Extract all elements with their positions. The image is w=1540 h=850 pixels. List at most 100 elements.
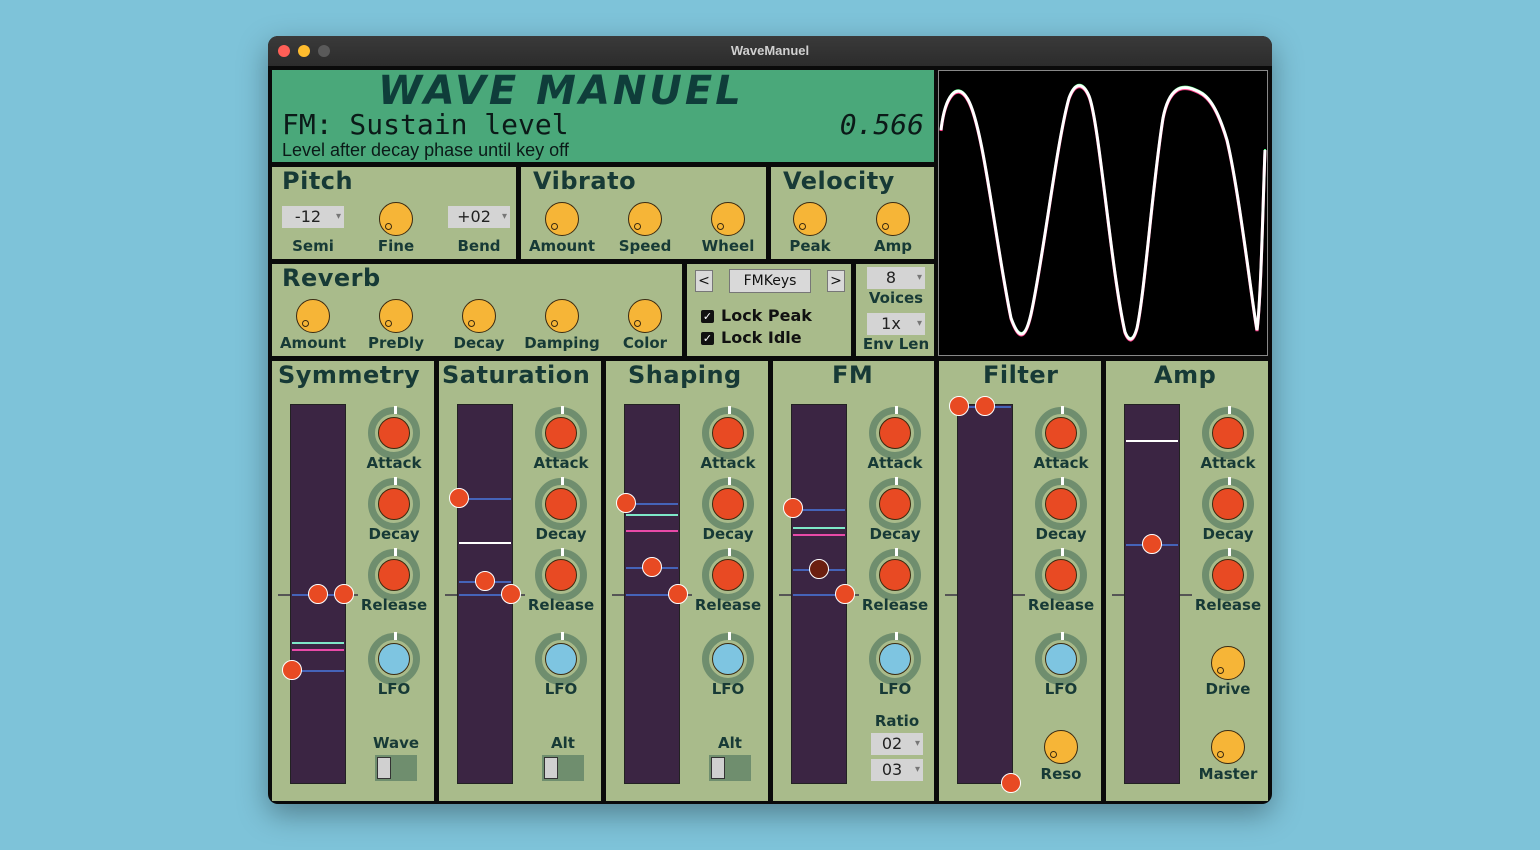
shaping-attack-knob[interactable]	[702, 406, 754, 459]
filter-track[interactable]	[957, 404, 1013, 784]
saturation-release-knob[interactable]	[535, 548, 587, 601]
amp-track[interactable]	[1124, 404, 1180, 784]
preset-next-button[interactable]: >	[827, 270, 845, 292]
saturation-title: Saturation	[442, 361, 591, 389]
saturation-lfo-knob[interactable]	[535, 632, 587, 685]
vibrato-wheel-knob[interactable]	[711, 202, 745, 236]
amp-attack-knob[interactable]	[1202, 406, 1254, 459]
reverb-panel: Reverb Amount PreDly Decay Damping Color	[272, 264, 682, 356]
saturation-handle-release[interactable]	[501, 584, 521, 604]
symmetry-title: Symmetry	[278, 361, 421, 389]
fine-knob[interactable]	[379, 202, 413, 236]
fm-attack-label: Attack	[867, 454, 923, 472]
velocity-amp-knob[interactable]	[876, 202, 910, 236]
amp-drive-knob[interactable]	[1211, 646, 1245, 680]
shaping-handle-lfo[interactable]	[616, 493, 636, 513]
lock-idle-checkbox[interactable]: ✓	[701, 332, 714, 345]
filter-lfo-knob[interactable]	[1035, 632, 1087, 685]
fm-decay-knob[interactable]	[869, 477, 921, 530]
lock-peak-label: Lock Peak	[721, 306, 812, 325]
vibrato-wheel-label: Wheel	[701, 237, 755, 255]
fm-ratio2-dropdown[interactable]: 03	[871, 759, 923, 781]
symmetry-lfo-knob[interactable]	[368, 632, 420, 685]
fm-ratio1-dropdown[interactable]: 02	[871, 733, 923, 755]
saturation-attack-label: Attack	[533, 454, 589, 472]
reverb-color-knob[interactable]	[628, 299, 662, 333]
symmetry-wave-toggle[interactable]	[375, 755, 417, 781]
env-len-dropdown[interactable]: 1x	[867, 313, 925, 335]
fm-lfo-knob[interactable]	[869, 632, 921, 685]
fm-attack-knob[interactable]	[869, 406, 921, 459]
shaping-handle-attack[interactable]	[642, 557, 662, 577]
window-title: WaveManuel	[730, 43, 810, 58]
velocity-title: Velocity	[783, 167, 895, 195]
preset-name-button[interactable]: FMKeys	[729, 269, 811, 293]
lock-peak-checkbox[interactable]: ✓	[701, 310, 714, 323]
reverb-amount-knob[interactable]	[296, 299, 330, 333]
amp-panel: Amp Attack Decay Release Drive Master	[1106, 361, 1268, 801]
symmetry-attack-knob[interactable]	[368, 406, 420, 459]
vibrato-speed-knob[interactable]	[628, 202, 662, 236]
reverb-predly-knob[interactable]	[379, 299, 413, 333]
filter-title: Filter	[983, 361, 1059, 389]
amp-handle-lfo[interactable]	[1142, 534, 1162, 554]
fm-handle-release[interactable]	[835, 584, 855, 604]
amp-master-knob[interactable]	[1211, 730, 1245, 764]
symmetry-release-label: Release	[360, 596, 428, 614]
fm-release-knob[interactable]	[869, 548, 921, 601]
amp-decay-knob[interactable]	[1202, 477, 1254, 530]
vibrato-amount-knob[interactable]	[545, 202, 579, 236]
filter-handle-attack[interactable]	[975, 396, 995, 416]
filter-handle-release[interactable]	[1001, 773, 1021, 793]
voices-label: Voices	[868, 289, 924, 307]
fm-decay-label: Decay	[869, 525, 921, 543]
shaping-lfo-knob[interactable]	[702, 632, 754, 685]
voices-panel: 8 Voices 1x Env Len	[856, 264, 934, 356]
semi-dropdown[interactable]: -12	[282, 206, 344, 228]
amp-master-label: Master	[1198, 765, 1258, 783]
symmetry-handle-release[interactable]	[334, 584, 354, 604]
symmetry-handle-attack[interactable]	[308, 584, 328, 604]
filter-release-knob[interactable]	[1035, 548, 1087, 601]
shaping-attack-label: Attack	[700, 454, 756, 472]
filter-lfo-label: LFO	[1044, 680, 1078, 698]
waveform-trace	[939, 83, 1267, 342]
title-bar: WaveManuel	[268, 36, 1272, 66]
amp-release-knob[interactable]	[1202, 548, 1254, 601]
velocity-amp-label: Amp	[874, 237, 912, 255]
vibrato-amount-label: Amount	[528, 237, 596, 255]
saturation-decay-knob[interactable]	[535, 477, 587, 530]
fm-handle-attack[interactable]	[809, 559, 829, 579]
shaping-release-knob[interactable]	[702, 548, 754, 601]
saturation-handle-attack[interactable]	[475, 571, 495, 591]
saturation-alt-toggle[interactable]	[542, 755, 584, 781]
fm-release-label: Release	[861, 596, 929, 614]
preset-prev-button[interactable]: <	[695, 270, 713, 292]
symmetry-release-knob[interactable]	[368, 548, 420, 601]
symmetry-decay-knob[interactable]	[368, 477, 420, 530]
filter-release-label: Release	[1027, 596, 1095, 614]
voices-dropdown[interactable]: 8	[867, 267, 925, 289]
shaping-alt-toggle[interactable]	[709, 755, 751, 781]
shaping-decay-knob[interactable]	[702, 477, 754, 530]
symmetry-handle-lfo[interactable]	[282, 660, 302, 680]
velocity-peak-knob[interactable]	[793, 202, 827, 236]
saturation-attack-knob[interactable]	[535, 406, 587, 459]
saturation-handle-lfo[interactable]	[449, 488, 469, 508]
shaping-handle-release[interactable]	[668, 584, 688, 604]
filter-handle-lfo[interactable]	[949, 396, 969, 416]
reverb-color-label: Color	[622, 334, 668, 352]
fm-handle-lfo[interactable]	[783, 498, 803, 518]
lock-idle-label: Lock Idle	[721, 328, 802, 347]
env-len-label: Env Len	[862, 335, 930, 353]
reverb-decay-knob[interactable]	[462, 299, 496, 333]
fm-title: FM	[832, 361, 874, 389]
reverb-predly-label: PreDly	[368, 334, 424, 352]
filter-panel: Filter Attack Decay Release LFO Reso	[939, 361, 1101, 801]
filter-reso-knob[interactable]	[1044, 730, 1078, 764]
waveform-scope	[938, 70, 1268, 356]
filter-attack-knob[interactable]	[1035, 406, 1087, 459]
filter-decay-knob[interactable]	[1035, 477, 1087, 530]
reverb-damping-knob[interactable]	[545, 299, 579, 333]
bend-dropdown[interactable]: +02	[448, 206, 510, 228]
